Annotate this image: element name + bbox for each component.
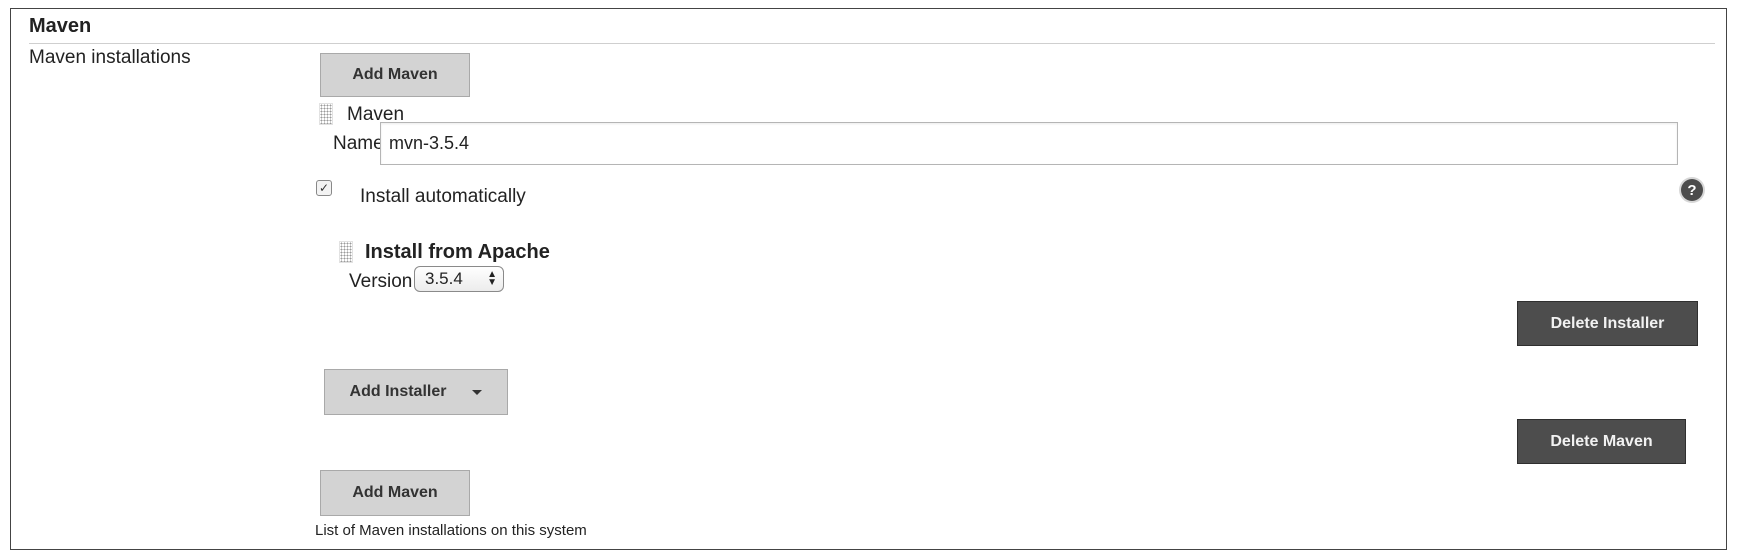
add-installer-label: Add Installer [349,383,447,400]
version-select[interactable]: 3.5.4 ▲ ▼ [414,266,504,292]
section-title: Maven [29,15,92,37]
drag-handle-icon[interactable] [319,103,333,125]
install-automatically-label: Install automatically [360,186,526,207]
select-arrows-icon: ▲ ▼ [487,269,497,288]
version-value: 3.5.4 [425,269,463,288]
version-label: Version [349,271,413,292]
maven-config-section: Maven [10,8,1727,550]
chevron-down-icon [472,389,483,395]
section-divider [29,43,1715,44]
name-label: Name [333,133,384,154]
installer-title: Install from Apache [365,241,550,263]
installations-description: List of Maven installations on this syst… [315,522,587,539]
help-icon[interactable]: ? [1681,179,1703,201]
installer-drag-handle-icon[interactable] [339,241,353,263]
delete-installer-button[interactable]: Delete Installer [1517,301,1698,346]
delete-maven-button[interactable]: Delete Maven [1517,419,1686,464]
add-maven-button-top[interactable]: Add Maven [320,53,470,97]
add-maven-button-bottom[interactable]: Add Maven [320,470,470,516]
maven-installations-label: Maven installations [29,47,191,68]
name-input[interactable] [380,122,1678,165]
install-automatically-checkbox[interactable]: ✓ [316,180,332,196]
add-installer-button[interactable]: Add Installer [324,369,508,415]
